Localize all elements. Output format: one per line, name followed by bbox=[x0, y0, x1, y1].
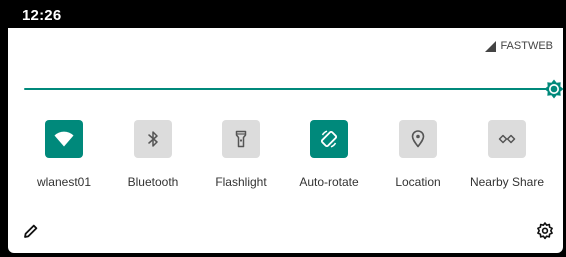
tile-icon-box[interactable] bbox=[399, 120, 437, 158]
auto-rotate-icon bbox=[319, 129, 339, 149]
tile-label: Bluetooth bbox=[127, 175, 179, 189]
flashlight-icon bbox=[235, 130, 247, 148]
wifi-icon bbox=[54, 131, 74, 147]
tile-location[interactable]: Location bbox=[373, 118, 463, 198]
tile-icon-box[interactable] bbox=[310, 120, 348, 158]
settings-button[interactable] bbox=[534, 221, 556, 245]
brightness-icon[interactable] bbox=[544, 79, 564, 99]
tile-bluetooth[interactable]: Bluetooth bbox=[108, 118, 198, 198]
edit-button[interactable] bbox=[20, 222, 42, 244]
tile-auto-rotate[interactable]: Auto-rotate bbox=[284, 118, 374, 198]
clock: 12:26 bbox=[22, 7, 62, 24]
carrier-name: FASTWEB bbox=[500, 40, 553, 52]
quick-settings-panel: FASTWEB wlanest01 Bluetooth Flashlight Auto… bbox=[8, 28, 564, 253]
tile-icon-box[interactable] bbox=[134, 120, 172, 158]
tile-icon-box[interactable] bbox=[488, 120, 526, 158]
tile-flashlight[interactable]: Flashlight bbox=[196, 118, 286, 198]
pencil-icon bbox=[23, 223, 39, 244]
tile-wifi[interactable]: wlanest01 bbox=[19, 118, 109, 198]
location-icon bbox=[411, 130, 425, 148]
brightness-track[interactable] bbox=[24, 88, 550, 90]
tile-icon-box[interactable] bbox=[45, 120, 83, 158]
tile-label: Location bbox=[395, 175, 441, 189]
tile-nearby-share[interactable]: Nearby Share bbox=[462, 118, 552, 198]
tile-label: Auto-rotate bbox=[299, 175, 359, 189]
bluetooth-icon bbox=[147, 131, 159, 147]
brightness-slider[interactable] bbox=[24, 76, 564, 104]
tile-label: wlanest01 bbox=[36, 175, 92, 189]
carrier-info: FASTWEB bbox=[485, 40, 553, 52]
tile-label: Nearby Share bbox=[469, 175, 545, 189]
tile-icon-box[interactable] bbox=[222, 120, 260, 158]
gear-icon bbox=[536, 221, 554, 245]
status-bar: 12:26 bbox=[0, 0, 566, 28]
nearby-share-icon bbox=[498, 133, 516, 145]
signal-icon bbox=[485, 40, 497, 52]
tile-label: Flashlight bbox=[215, 175, 267, 189]
quick-tiles: wlanest01 Bluetooth Flashlight Auto-rotate L… bbox=[8, 118, 563, 198]
